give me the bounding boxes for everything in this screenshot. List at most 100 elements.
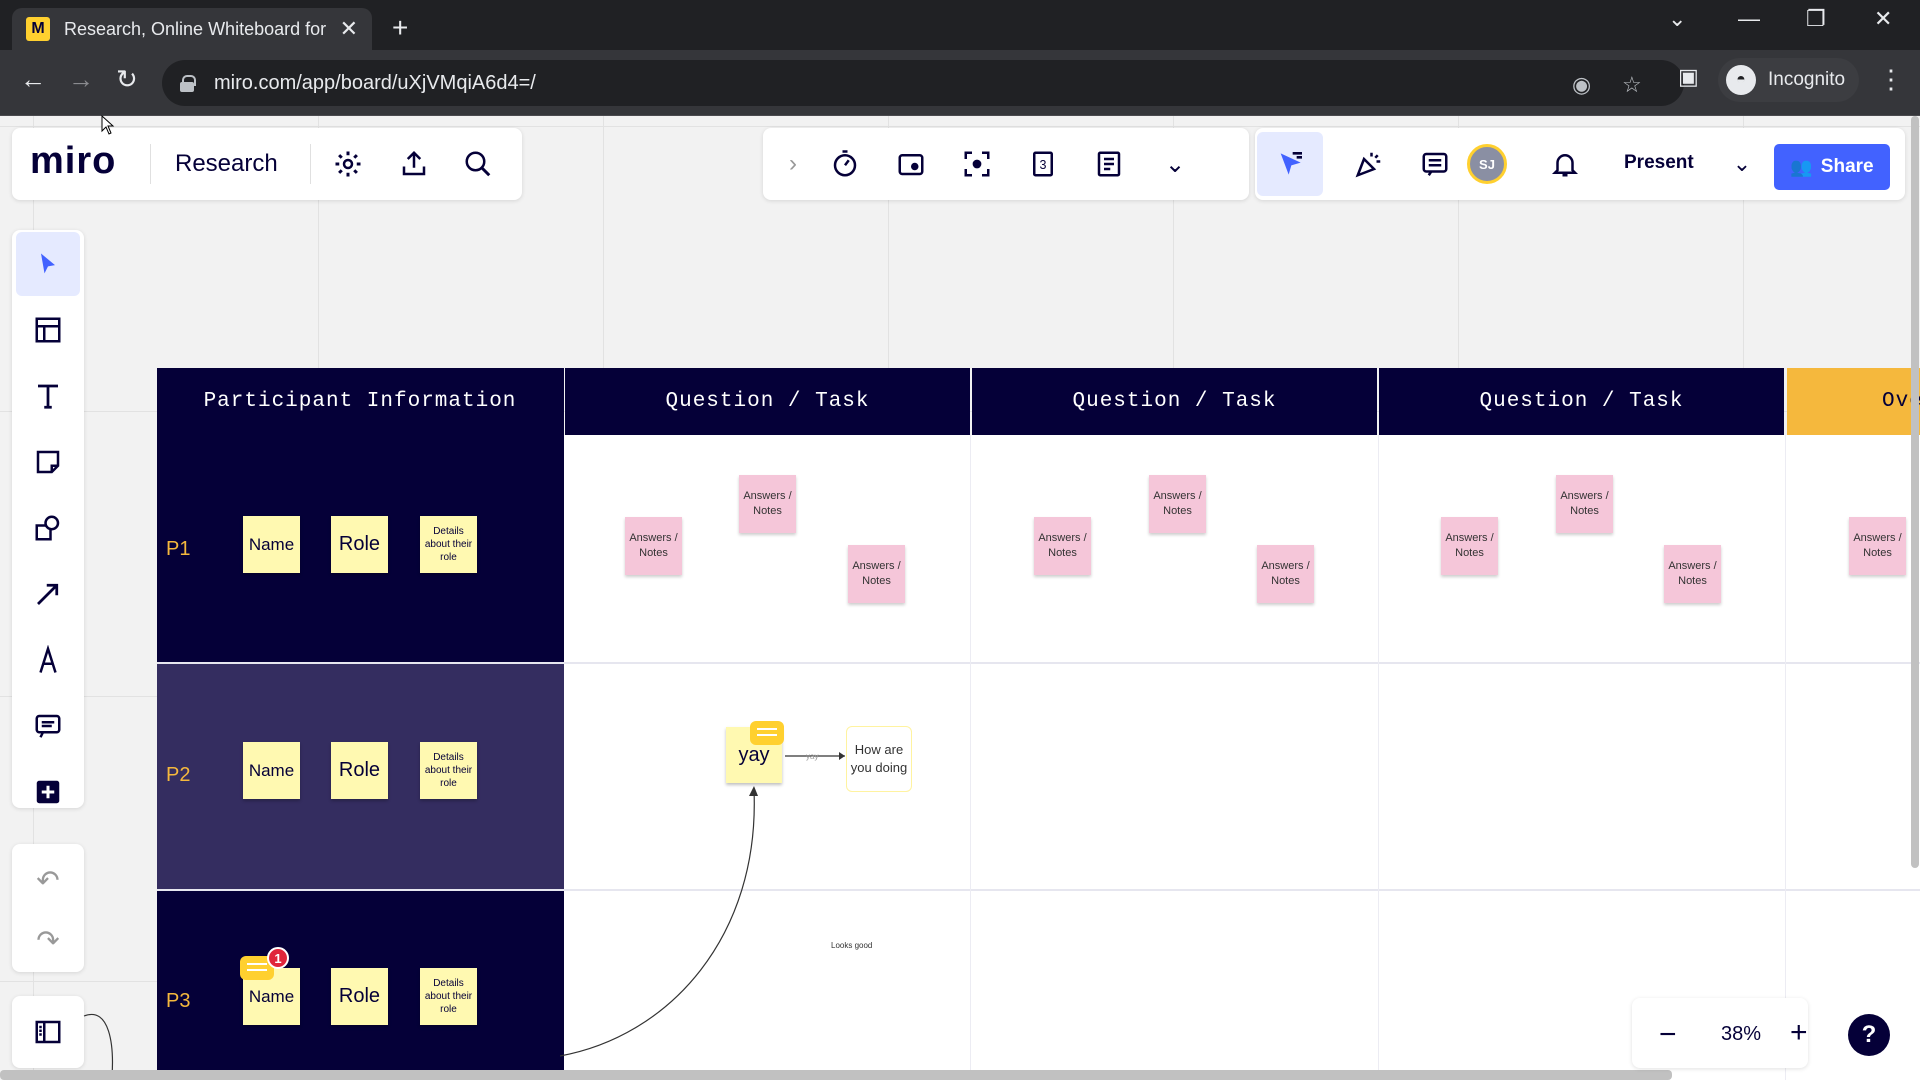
row-label-p1: P1: [166, 538, 191, 560]
sticky-answers[interactable]: Answers / Notes: [1664, 545, 1721, 603]
comment-count-badge: 1: [267, 947, 289, 969]
collaboration-toolbar: › 3 ⌄: [763, 128, 1249, 200]
svg-text:3: 3: [1040, 158, 1047, 172]
column-divider: [1785, 435, 1786, 1080]
sticky-answers[interactable]: Answers / Notes: [848, 545, 905, 603]
horizontal-scrollbar[interactable]: [0, 1070, 1672, 1080]
address-bar-row: ← → ↻ miro.com/app/board/uXjVMqiA6d4=/ ◉…: [0, 50, 1920, 116]
sticky-answers[interactable]: Answers / Notes: [625, 517, 682, 575]
column-header-question-2: Question / Task: [972, 368, 1377, 435]
search-icon[interactable]: [460, 146, 496, 182]
partial-connector: [83, 1013, 114, 1077]
looks-good-text[interactable]: Looks good: [831, 941, 872, 950]
lock-icon: [180, 75, 196, 92]
zoom-level[interactable]: 38%: [1721, 1023, 1761, 1046]
sticky-answers[interactable]: Answers / Notes: [1849, 517, 1906, 575]
frames-sidebar-icon[interactable]: [16, 1000, 80, 1064]
miro-favicon-icon: M: [26, 17, 50, 41]
celebrate-icon[interactable]: [1351, 146, 1387, 182]
column-header-overall: Overa: [1787, 368, 1920, 435]
attention-focus-icon[interactable]: [959, 146, 995, 182]
url-text: miro.com/app/board/uXjVMqiA6d4=/: [214, 71, 536, 94]
help-question-icon[interactable]: ?: [1848, 1014, 1890, 1056]
notifications-bell-icon[interactable]: [1547, 146, 1583, 182]
sidepanel-icon[interactable]: ▣: [1678, 64, 1699, 90]
export-upload-icon[interactable]: [396, 146, 432, 182]
sticky-name[interactable]: Name: [243, 516, 300, 573]
new-tab-icon[interactable]: +: [392, 12, 408, 44]
share-button[interactable]: 👥 Share: [1774, 144, 1890, 190]
undo-icon[interactable]: ↶: [16, 848, 80, 912]
settings-gear-icon[interactable]: [330, 146, 366, 182]
text-tool-icon[interactable]: [16, 364, 80, 428]
sticky-answers[interactable]: Answers / Notes: [1441, 517, 1498, 575]
sticky-details[interactable]: Details about their role: [420, 968, 477, 1025]
zoom-in-plus-icon[interactable]: +: [1790, 1016, 1808, 1050]
connector-lines: [560, 752, 845, 1057]
add-more-plus-icon[interactable]: [16, 760, 80, 824]
shapes-icon[interactable]: [16, 496, 80, 560]
back-icon[interactable]: ←: [20, 64, 46, 95]
sticky-answers[interactable]: Answers / Notes: [739, 475, 796, 533]
reactions-cursor-icon[interactable]: [1257, 132, 1323, 196]
expand-chevron-icon[interactable]: ›: [775, 146, 811, 182]
more-tools-chevron-icon[interactable]: ⌄: [1157, 146, 1193, 182]
sticky-details[interactable]: Details about their role: [420, 516, 477, 573]
vertical-scrollbar[interactable]: [1911, 116, 1919, 868]
window-close-icon[interactable]: ✕: [1874, 6, 1892, 32]
voting-icon[interactable]: 3: [1025, 146, 1061, 182]
sticky-role[interactable]: Role: [331, 968, 388, 1025]
select-tool-cursor-icon[interactable]: [16, 232, 80, 296]
browser-menu-icon[interactable]: ⋮: [1878, 64, 1904, 95]
tab-search-icon[interactable]: ⌄: [1668, 6, 1686, 32]
column-header-question-1: Question / Task: [565, 368, 970, 435]
board-name[interactable]: Research: [175, 150, 278, 178]
column-divider: [1378, 435, 1379, 1080]
incognito-profile[interactable]: ◓ Incognito: [1718, 58, 1860, 102]
templates-layout-icon[interactable]: [16, 298, 80, 362]
minimize-icon[interactable]: —: [1738, 6, 1760, 32]
board-header-panel: miro Research: [12, 128, 522, 200]
divider: [150, 144, 151, 184]
divider: [310, 144, 311, 184]
sticky-answers[interactable]: Answers / Notes: [1034, 517, 1091, 575]
present-button[interactable]: Present: [1624, 152, 1694, 174]
sticky-details[interactable]: Details about their role: [420, 742, 477, 799]
bookmark-star-icon[interactable]: ☆: [1622, 72, 1642, 98]
timer-icon[interactable]: [827, 146, 863, 182]
video-chat-icon[interactable]: [893, 146, 929, 182]
connection-line-arrow-icon[interactable]: [16, 562, 80, 626]
reload-icon[interactable]: ↻: [116, 64, 138, 95]
redo-icon[interactable]: ↷: [16, 908, 80, 972]
pen-tool-icon[interactable]: [16, 628, 80, 692]
how-are-you-text-box[interactable]: How are you doing: [846, 726, 912, 792]
browser-tab-strip: M Research, Online Whiteboard for ✕ + ⌄ …: [0, 0, 1920, 50]
comments-list-icon[interactable]: [1417, 146, 1453, 182]
notes-doc-icon[interactable]: [1091, 146, 1127, 182]
miro-logo[interactable]: miro: [30, 140, 116, 183]
browser-tab[interactable]: M Research, Online Whiteboard for ✕: [12, 8, 372, 50]
comment-tool-icon[interactable]: [16, 694, 80, 758]
sticky-answers[interactable]: Answers / Notes: [1149, 475, 1206, 533]
tracking-blocked-icon[interactable]: ◉: [1572, 72, 1591, 98]
sticky-answers[interactable]: Answers / Notes: [1257, 545, 1314, 603]
column-header-participant: Participant Information: [157, 368, 563, 435]
board-canvas[interactable]: miro Research › 3 ⌄ SJ Present ⌄ 👥 Share…: [0, 116, 1920, 1080]
sticky-answers[interactable]: Answers / Notes: [1556, 475, 1613, 533]
close-tab-icon[interactable]: ✕: [340, 16, 358, 42]
sticky-role[interactable]: Role: [331, 516, 388, 573]
zoom-out-minus-icon[interactable]: −: [1659, 1018, 1677, 1052]
mouse-cursor-icon: [101, 115, 115, 135]
present-options-chevron-icon[interactable]: ⌄: [1724, 146, 1760, 182]
forward-icon[interactable]: →: [68, 64, 94, 95]
user-avatar[interactable]: SJ: [1467, 144, 1507, 184]
row-divider: [157, 662, 1920, 664]
share-label: Share: [1820, 156, 1874, 177]
sticky-name[interactable]: Name: [243, 742, 300, 799]
row-label-p2: P2: [166, 764, 191, 786]
incognito-label: Incognito: [1768, 69, 1846, 90]
sticky-role[interactable]: Role: [331, 742, 388, 799]
url-field[interactable]: miro.com/app/board/uXjVMqiA6d4=/ ◉ ☆: [162, 60, 1684, 106]
sticky-note-icon[interactable]: [16, 430, 80, 494]
restore-icon[interactable]: ❐: [1806, 6, 1826, 32]
